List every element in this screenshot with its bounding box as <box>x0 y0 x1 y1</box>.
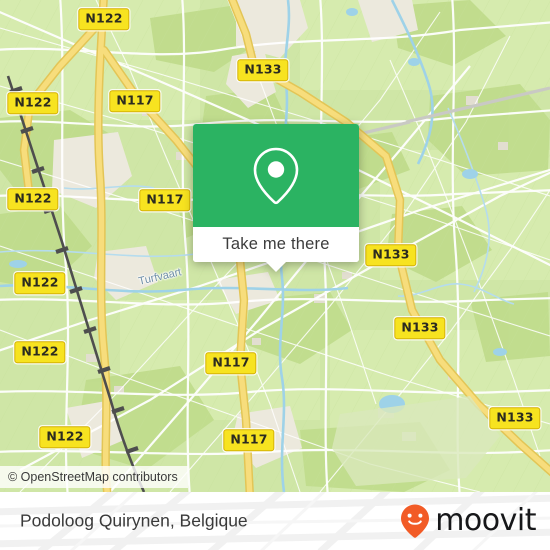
map-pin-icon <box>253 147 299 204</box>
road-shield-n117: N117 <box>205 352 257 374</box>
attribution-text: © OpenStreetMap contributors <box>8 470 178 484</box>
location-popup-header <box>193 124 359 227</box>
road-shield-n122: N122 <box>78 8 130 30</box>
road-shield-n117: N117 <box>109 90 161 112</box>
road-shield-n117: N117 <box>139 189 191 211</box>
road-shield-n122: N122 <box>7 188 59 210</box>
road-shield-n122: N122 <box>14 272 66 294</box>
moovit-pin-icon <box>401 504 430 538</box>
road-shield-n133: N133 <box>394 317 446 339</box>
take-me-there-label: Take me there <box>222 235 330 253</box>
moovit-map-screenshot: N122 N133 N122 N117 N122 N117 N133 N122 N133 N122… <box>0 0 550 550</box>
moovit-logo[interactable]: moovit <box>398 503 536 539</box>
road-shield-n133: N133 <box>365 244 417 266</box>
road-shield-n133: N133 <box>237 59 289 81</box>
place-title: Podoloog Quirynen, Belgique <box>20 510 248 531</box>
map-canvas[interactable]: N122 N133 N122 N117 N122 N117 N133 N122 N133 N122… <box>0 0 550 492</box>
popup-pointer-triangle <box>265 261 287 272</box>
road-shield-n122: N122 <box>39 426 91 448</box>
road-shield-n122: N122 <box>7 92 59 114</box>
map-attribution[interactable]: © OpenStreetMap contributors <box>0 466 188 488</box>
road-shield-n117: N117 <box>223 429 275 451</box>
location-popup-footer[interactable]: Take me there <box>193 227 359 262</box>
road-shield-n133: N133 <box>489 407 541 429</box>
location-popup-body: Take me there <box>193 124 359 262</box>
location-popup-card[interactable]: Take me there <box>193 124 359 272</box>
road-shield-n122: N122 <box>14 341 66 363</box>
moovit-wordmark: moovit <box>435 503 536 538</box>
footer-bar: Podoloog Quirynen, Belgique moovit <box>0 492 550 550</box>
